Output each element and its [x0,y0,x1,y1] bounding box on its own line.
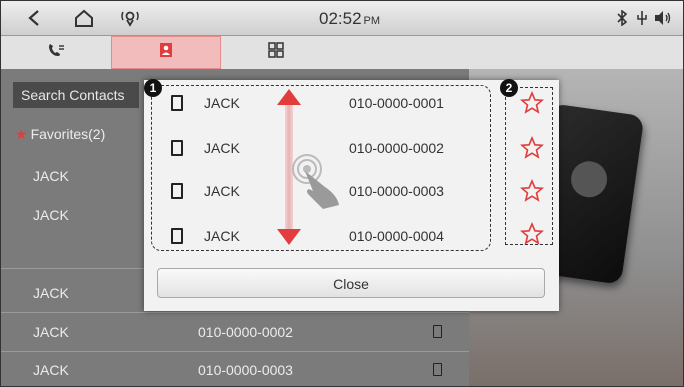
volume-icon [654,7,672,29]
entry-number[interactable]: 010-0000-0002 [349,140,444,156]
entry-number[interactable]: 010-0000-0004 [349,228,444,244]
tab-bar [1,36,683,69]
list-item-number: 010-0000-0002 [198,324,293,340]
avatar-icon [568,158,610,200]
mobile-phone-icon [171,228,183,244]
mobile-phone-icon [171,140,183,156]
home-icon[interactable] [73,7,95,29]
entry-name[interactable]: JACK [204,95,240,111]
list-item-name[interactable]: JACK [33,362,69,378]
close-button[interactable]: Close [157,268,545,298]
favorite-star-icon[interactable] [520,91,544,115]
clock: 02:52 PM [319,9,381,28]
favorite-star-icon[interactable] [520,179,544,203]
divider [1,312,469,313]
list-item-name[interactable]: JACK [33,324,69,340]
tab-keypad[interactable] [221,36,331,69]
keypad-icon [268,42,284,63]
tab-contacts[interactable] [111,36,221,69]
contacts-icon [159,42,173,63]
list-item[interactable]: JACK [33,285,69,301]
favorite-star-icon[interactable] [520,222,544,246]
callout-badge-2: 2 [500,79,518,97]
divider [1,351,469,352]
mobile-phone-icon [433,325,442,338]
entry-number[interactable]: 010-0000-0003 [349,183,444,199]
callout-badge-1: 1 [144,79,162,97]
mobile-phone-icon [433,363,442,376]
list-item[interactable]: JACK [33,207,69,223]
entry-name[interactable]: JACK [204,228,240,244]
screen: 02:52 PM Search Contacts ★ Favorites(2) … [0,0,684,387]
star-icon: ★ [15,126,28,142]
entry-number[interactable]: 010-0000-0001 [349,95,444,111]
entry-name[interactable]: JACK [204,183,240,199]
back-icon[interactable] [23,7,45,29]
search-contacts-input[interactable]: Search Contacts [13,82,139,108]
list-item-number: 010-0000-0003 [198,362,293,378]
usb-icon [635,7,649,29]
list-item[interactable]: JACK [33,168,69,184]
status-bar: 02:52 PM [1,1,683,36]
entry-name[interactable]: JACK [204,140,240,156]
mobile-phone-icon [171,183,183,199]
favorite-star-icon[interactable] [520,136,544,160]
touch-gesture-icon [292,154,339,209]
mobile-phone-icon [171,95,183,111]
tab-call-history[interactable] [1,36,111,69]
favorites-item[interactable]: ★ Favorites(2) [15,126,105,143]
voice-recognition-icon [117,7,143,29]
call-history-icon [47,42,65,63]
bluetooth-icon [615,7,629,29]
